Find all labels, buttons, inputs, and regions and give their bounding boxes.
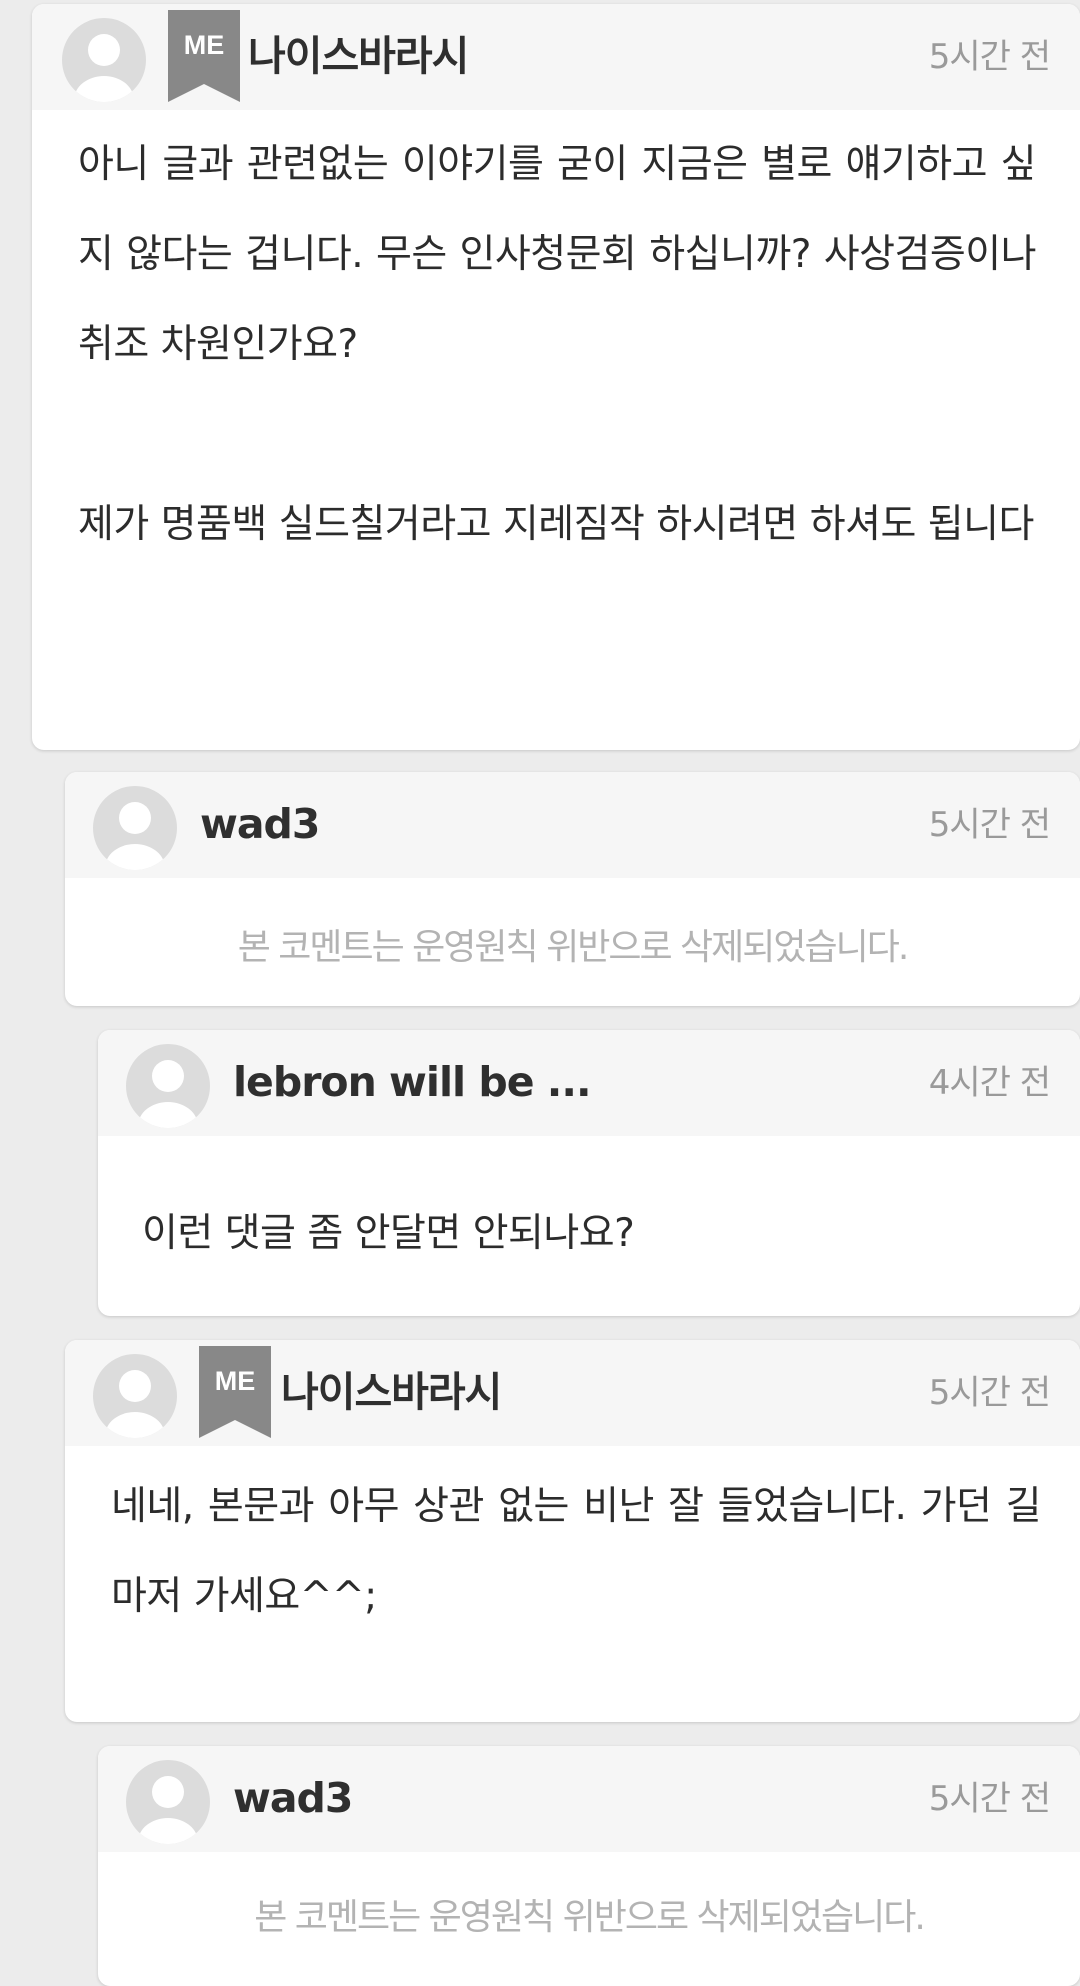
me-badge-label: ME (183, 30, 225, 60)
comment-body: 네네, 본문과 아무 상관 없는 비난 잘 들었습니다. 가던 길 마저 가세요… (111, 1484, 1042, 1619)
comment-card: wad3 5시간 전 본 코멘트는 운영원칙 위반으로 삭제되었습니다. (98, 1746, 1080, 1986)
deleted-comment-notice: 본 코멘트는 운영원칙 위반으로 삭제되었습니다. (237, 927, 910, 968)
comment-time: 5시간 전 (928, 805, 1051, 845)
comment-header: wad3 5시간 전 (98, 1746, 1080, 1852)
comment-time: 5시간 전 (928, 1373, 1051, 1413)
avatar[interactable] (126, 1044, 210, 1128)
comment-card: ME 나이스바라시 5시간 전 아니 글과 관련없는 이야기를 굳이 지금은 별… (32, 4, 1080, 750)
avatar[interactable] (93, 786, 177, 870)
me-badge-label: ME (214, 1366, 256, 1396)
avatar[interactable] (93, 1354, 177, 1438)
comment-header: lebron will be ... 4시간 전 (98, 1030, 1080, 1136)
comment-header: ME 나이스바라시 5시간 전 (32, 4, 1080, 110)
comment-card: ME 나이스바라시 5시간 전 네네, 본문과 아무 상관 없는 비난 잘 들었… (65, 1340, 1080, 1722)
comment-author[interactable]: lebron will be ... (233, 1052, 592, 1112)
me-badge: ME (168, 10, 240, 110)
comment-author[interactable]: 나이스바라시 (281, 1362, 502, 1422)
avatar[interactable] (126, 1760, 210, 1844)
comment-body: 이런 댓글 좀 안달면 안되나요? (142, 1211, 635, 1256)
comment-card: lebron will be ... 4시간 전 이런 댓글 좀 안달면 안되나… (98, 1030, 1080, 1316)
comment-card: wad3 5시간 전 본 코멘트는 운영원칙 위반으로 삭제되었습니다. (65, 772, 1080, 1006)
comment-author[interactable]: 나이스바라시 (248, 26, 469, 86)
comment-author[interactable]: wad3 (233, 1768, 353, 1828)
me-badge: ME (199, 1346, 271, 1446)
comment-header: ME 나이스바라시 5시간 전 (65, 1340, 1080, 1446)
comment-time: 5시간 전 (928, 1779, 1051, 1819)
comment-author[interactable]: wad3 (200, 794, 320, 854)
comment-time: 4시간 전 (928, 1063, 1051, 1103)
avatar[interactable] (62, 18, 146, 102)
comment-body: 아니 글과 관련없는 이야기를 굳이 지금은 별로 얘기하고 싶지 않다는 겁니… (78, 142, 1037, 547)
comment-header: wad3 5시간 전 (65, 772, 1080, 878)
deleted-comment-notice: 본 코멘트는 운영원칙 위반으로 삭제되었습니다. (254, 1897, 926, 1938)
comment-time: 5시간 전 (928, 37, 1051, 77)
